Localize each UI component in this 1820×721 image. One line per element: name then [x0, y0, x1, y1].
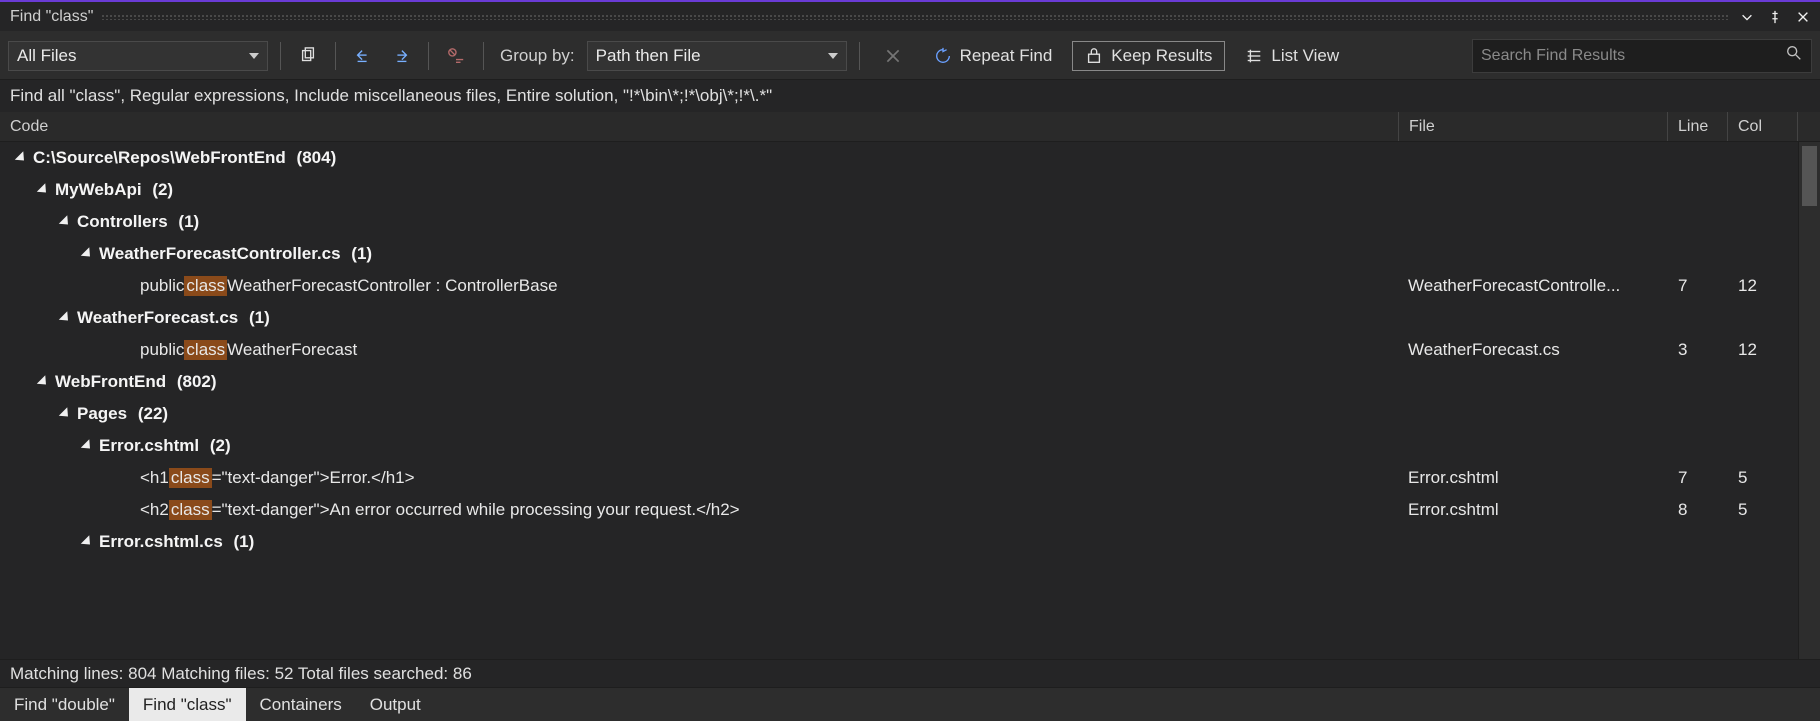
- group-row[interactable]: WebFrontEnd (802): [0, 366, 1798, 398]
- list-view-button[interactable]: List View: [1233, 41, 1351, 71]
- group-row[interactable]: Error.cshtml (2): [0, 430, 1798, 462]
- close-icon[interactable]: [1792, 6, 1814, 28]
- separator: [335, 42, 336, 70]
- results-column-header: Code File Line Col: [0, 112, 1820, 142]
- search-icon[interactable]: [1785, 44, 1803, 67]
- result-file: Error.cshtml: [1398, 468, 1668, 488]
- pin-icon[interactable]: [1764, 6, 1786, 28]
- window-controls: [1736, 6, 1814, 28]
- group-row[interactable]: WeatherForecast.cs (1): [0, 302, 1798, 334]
- result-line: 8: [1668, 500, 1728, 520]
- column-line[interactable]: Line: [1668, 112, 1728, 141]
- group-by-label: Group by:: [496, 46, 579, 66]
- result-col: 12: [1728, 340, 1798, 360]
- scope-dropdown[interactable]: All Files: [8, 41, 268, 71]
- group-row[interactable]: MyWebApi (2): [0, 174, 1798, 206]
- tab-containers[interactable]: Containers: [246, 688, 356, 721]
- search-input[interactable]: [1481, 47, 1785, 65]
- match-highlight: class: [184, 340, 227, 360]
- titlebar: Find "class": [0, 2, 1820, 32]
- group-by-dropdown[interactable]: Path then File: [587, 41, 847, 71]
- column-col[interactable]: Col: [1728, 112, 1798, 141]
- result-file: WeatherForecastControlle...: [1398, 276, 1668, 296]
- group-row[interactable]: Error.cshtml.cs (1): [0, 526, 1798, 558]
- result-row[interactable]: public class WeatherForecast WeatherFore…: [0, 334, 1798, 366]
- result-file: WeatherForecast.cs: [1398, 340, 1668, 360]
- column-code[interactable]: Code: [0, 112, 1398, 141]
- separator: [859, 42, 860, 70]
- group-by-value: Path then File: [596, 46, 701, 66]
- group-row[interactable]: WeatherForecastController.cs (1): [0, 238, 1798, 270]
- result-line: 7: [1668, 468, 1728, 488]
- group-row[interactable]: Controllers (1): [0, 206, 1798, 238]
- vertical-scrollbar[interactable]: [1798, 142, 1820, 659]
- result-col: 12: [1728, 276, 1798, 296]
- result-col: 5: [1728, 500, 1798, 520]
- result-row[interactable]: <h2 class="text-danger">An error occurre…: [0, 494, 1798, 526]
- clear-filters-icon[interactable]: [441, 41, 471, 71]
- expand-icon[interactable]: [81, 247, 94, 260]
- keep-results-label: Keep Results: [1111, 46, 1212, 66]
- expand-icon[interactable]: [37, 183, 50, 196]
- copy-icon[interactable]: [293, 41, 323, 71]
- titlebar-grip[interactable]: [101, 14, 1728, 20]
- next-result-icon[interactable]: [386, 41, 416, 71]
- column-file[interactable]: File: [1398, 112, 1668, 141]
- chevron-down-icon: [828, 53, 838, 59]
- result-line: 3: [1668, 340, 1728, 360]
- result-col: 5: [1728, 468, 1798, 488]
- group-row[interactable]: C:\Source\Repos\WebFrontEnd (804): [0, 142, 1798, 174]
- expand-icon[interactable]: [59, 407, 72, 420]
- match-highlight: class: [169, 468, 212, 488]
- expand-icon[interactable]: [81, 439, 94, 452]
- list-view-label: List View: [1271, 46, 1339, 66]
- result-line: 7: [1668, 276, 1728, 296]
- result-row[interactable]: <h1 class="text-danger">Error.</h1> Erro…: [0, 462, 1798, 494]
- separator: [428, 42, 429, 70]
- previous-result-icon[interactable]: [348, 41, 378, 71]
- repeat-find-label: Repeat Find: [960, 46, 1053, 66]
- tab-find-double[interactable]: Find "double": [0, 688, 129, 721]
- results-area: C:\Source\Repos\WebFrontEnd (804) MyWebA…: [0, 142, 1820, 659]
- tab-output[interactable]: Output: [356, 688, 435, 721]
- window-options-icon[interactable]: [1736, 6, 1758, 28]
- match-highlight: class: [184, 276, 227, 296]
- expand-icon[interactable]: [15, 151, 28, 164]
- result-row[interactable]: public class WeatherForecastController :…: [0, 270, 1798, 302]
- expand-icon[interactable]: [37, 375, 50, 388]
- scope-dropdown-label: All Files: [17, 46, 77, 66]
- match-highlight: class: [169, 500, 212, 520]
- expand-icon[interactable]: [81, 535, 94, 548]
- column-scroll-gutter: [1798, 112, 1820, 141]
- tab-find-class[interactable]: Find "class": [129, 688, 246, 721]
- expand-icon[interactable]: [59, 215, 72, 228]
- window-title: Find "class": [10, 8, 93, 26]
- result-file: Error.cshtml: [1398, 500, 1668, 520]
- search-results-box[interactable]: [1472, 39, 1812, 73]
- scrollbar-thumb[interactable]: [1802, 146, 1817, 206]
- cancel-search-icon: [872, 41, 914, 71]
- separator: [280, 42, 281, 70]
- results-tree[interactable]: C:\Source\Repos\WebFrontEnd (804) MyWebA…: [0, 142, 1798, 659]
- search-summary: Find all "class", Regular expressions, I…: [0, 80, 1820, 112]
- group-row[interactable]: Pages (22): [0, 398, 1798, 430]
- repeat-find-button[interactable]: Repeat Find: [922, 41, 1065, 71]
- toolbar: All Files Group by: Path then File: [0, 32, 1820, 80]
- chevron-down-icon: [249, 53, 259, 59]
- keep-results-button[interactable]: Keep Results: [1072, 41, 1225, 71]
- separator: [483, 42, 484, 70]
- status-bar: Matching lines: 804 Matching files: 52 T…: [0, 659, 1820, 687]
- bottom-tabs: Find "double" Find "class" Containers Ou…: [0, 687, 1820, 721]
- expand-icon[interactable]: [59, 311, 72, 324]
- find-results-window: Find "class" All Files: [0, 0, 1820, 721]
